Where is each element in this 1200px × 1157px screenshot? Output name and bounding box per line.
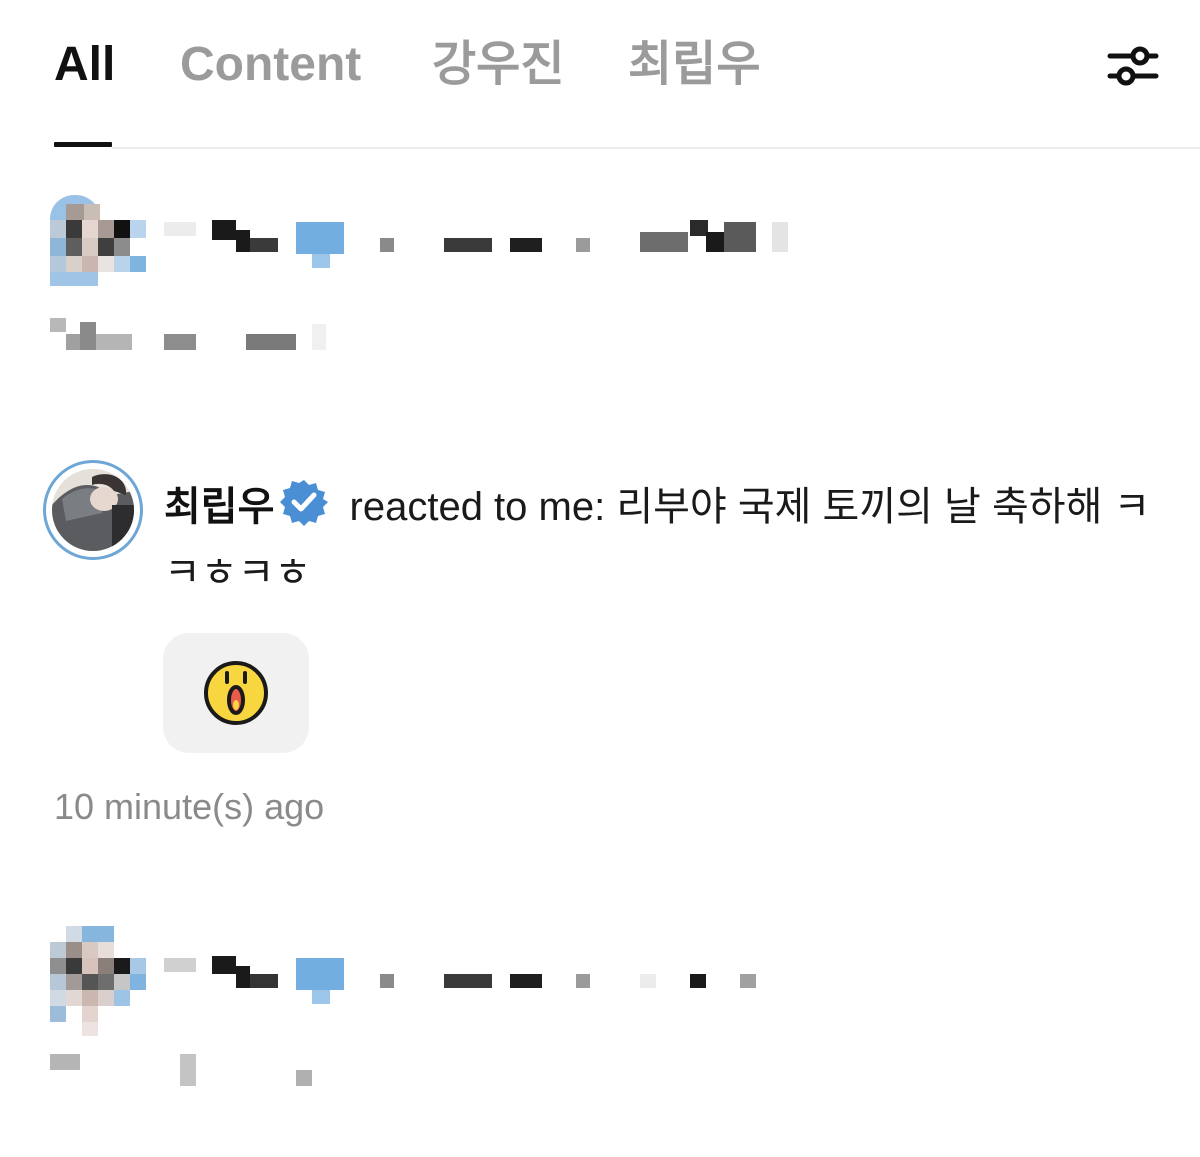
active-tab-indicator bbox=[54, 142, 112, 147]
sliders-icon bbox=[1107, 46, 1159, 86]
avatar[interactable] bbox=[43, 460, 143, 560]
tab-all[interactable]: All bbox=[54, 34, 115, 96]
avatar-photo bbox=[52, 469, 134, 551]
tab-bar: All Content 강우진 최립우 bbox=[0, 0, 1200, 150]
tab-choi-lipwoo[interactable]: 최립우 bbox=[628, 34, 760, 96]
tab-content[interactable]: Content bbox=[180, 34, 361, 96]
notification-message: 최립우 reacted to me: 리부야 국제 토끼의 날 축하해 ㅋㅋㅎㅋ… bbox=[164, 474, 1154, 606]
tabs-divider bbox=[112, 147, 1200, 149]
reaction-tile[interactable] bbox=[163, 633, 309, 753]
surprised-face-emoji-icon bbox=[204, 661, 268, 725]
tab-kang-woojin[interactable]: 강우진 bbox=[432, 34, 564, 96]
verified-check-icon bbox=[280, 480, 329, 526]
sender-name[interactable]: 최립우 bbox=[164, 485, 274, 529]
filter-button[interactable] bbox=[1104, 40, 1162, 92]
timestamp: 10 minute(s) ago bbox=[54, 786, 325, 827]
